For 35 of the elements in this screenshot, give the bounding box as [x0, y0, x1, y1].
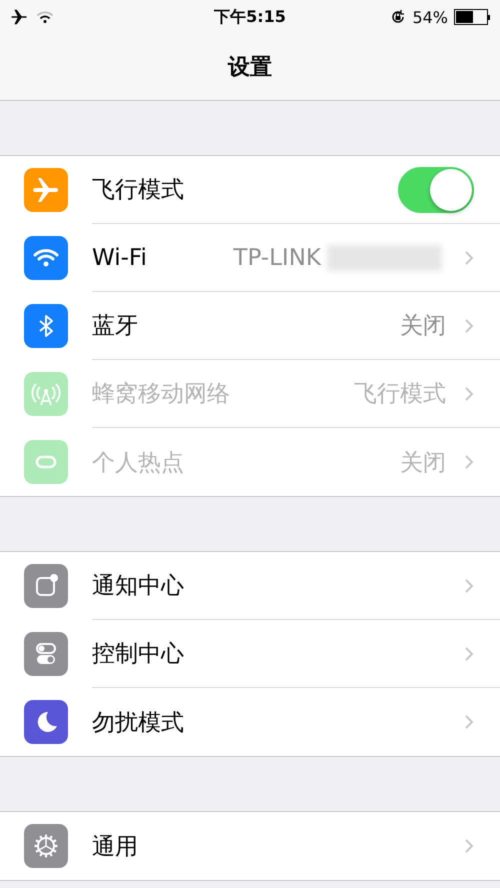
chevron-icon — [464, 838, 474, 854]
settings-row[interactable]: 蓝牙 关闭 — [0, 292, 500, 360]
chevron-icon — [464, 578, 474, 594]
wifi-signal-icon — [36, 10, 54, 24]
settings-row[interactable]: 勿扰模式 — [0, 688, 500, 756]
setting-value: 关闭 — [400, 448, 446, 478]
chevron-icon — [464, 714, 474, 730]
setting-label: Wi-Fi — [92, 244, 148, 270]
toggle-switch[interactable] — [398, 166, 474, 212]
chevron-icon — [464, 454, 474, 470]
setting-label: 飞行模式 — [92, 176, 185, 205]
setting-label: 勿扰模式 — [92, 708, 185, 738]
chevron-icon — [464, 250, 474, 266]
setting-label: 通知中心 — [92, 572, 185, 601]
battery-percentage: 54% — [412, 8, 448, 26]
settings-row[interactable]: 控制中心 — [0, 620, 500, 688]
setting-label: 蓝牙 — [92, 312, 139, 341]
settings-row[interactable]: 通知中心 — [0, 552, 500, 620]
chevron-icon — [464, 318, 474, 334]
page-title: 设置 — [228, 54, 272, 82]
status-time: 下午5:15 — [214, 6, 286, 28]
setting-value: 飞行模式 — [354, 380, 446, 409]
setting-label: 个人热点 — [92, 448, 185, 478]
setting-label: 蜂窝移动网络 — [92, 380, 231, 409]
battery-icon — [454, 9, 490, 25]
settings-row[interactable]: 飞行模式 — [0, 156, 500, 224]
settings-row[interactable]: Wi-Fi TP-LINK — [0, 224, 500, 292]
setting-value: TP-LINK — [233, 244, 321, 270]
setting-label: 控制中心 — [92, 640, 185, 669]
setting-value: 关闭 — [400, 312, 446, 341]
chevron-icon — [464, 646, 474, 662]
settings-row[interactable]: 通用 — [0, 812, 500, 880]
rotation-lock-icon — [390, 9, 406, 25]
chevron-icon — [464, 386, 474, 402]
setting-label: 通用 — [92, 832, 139, 862]
